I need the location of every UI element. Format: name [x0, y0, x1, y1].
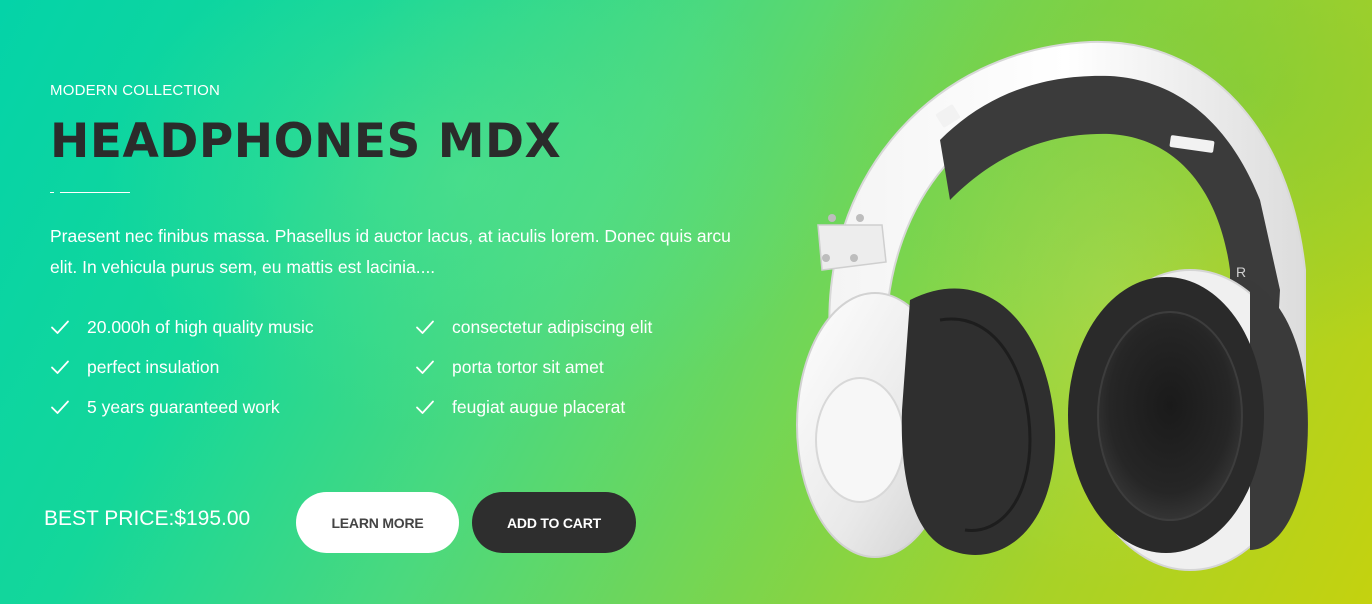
add-to-cart-button[interactable]: ADD TO CART [472, 492, 636, 553]
hero-banner: MODERN COLLECTION HEADPHONES MDX Praesen… [0, 0, 1372, 604]
headphones-product-image: R [790, 30, 1330, 600]
feature-item: consectetur adipiscing elit [415, 312, 652, 342]
feature-label: porta tortor sit amet [452, 356, 604, 377]
collection-eyebrow: MODERN COLLECTION [50, 82, 221, 99]
feature-label: consectetur adipiscing elit [452, 316, 653, 337]
feature-item: feugiat augue placerat [415, 392, 625, 422]
check-icon [415, 397, 435, 417]
feature-label: perfect insulation [87, 356, 220, 377]
feature-item: porta tortor sit amet [415, 352, 604, 382]
headphones-icon: R [796, 40, 1308, 571]
title-divider [50, 192, 130, 194]
check-icon [415, 357, 435, 377]
product-title: HEADPHONES MDX [50, 114, 562, 169]
feature-label: feugiat augue placerat [452, 396, 626, 417]
check-icon [50, 317, 70, 337]
check-icon [50, 397, 70, 417]
feature-label: 5 years guaranteed work [87, 396, 280, 417]
feature-item: perfect insulation [50, 352, 219, 382]
check-icon [415, 317, 435, 337]
divider-dot [50, 192, 54, 193]
feature-item: 20.000h of high quality music [50, 312, 314, 342]
feature-item: 5 years guaranteed work [50, 392, 280, 422]
check-icon [50, 357, 70, 377]
feature-label: 20.000h of high quality music [87, 316, 314, 337]
divider-line [60, 192, 130, 193]
learn-more-button[interactable]: LEARN MORE [296, 492, 459, 553]
best-price: BEST PRICE:$195.00 [44, 507, 251, 530]
earcup-mark: R [1236, 264, 1246, 280]
product-description: Praesent nec finibus massa. Phasellus id… [50, 226, 731, 277]
